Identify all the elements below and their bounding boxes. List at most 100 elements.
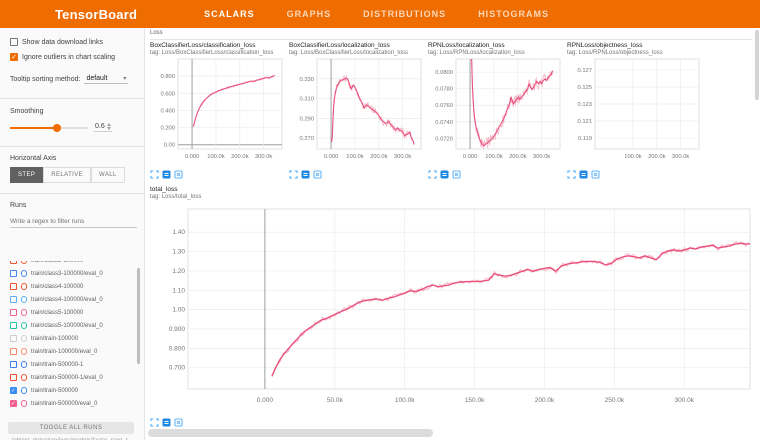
run-color-circle[interactable]: [21, 270, 28, 277]
fit-domain-icon[interactable]: [591, 170, 600, 179]
big-chart-container: total_losstag: Loss/total_loss0.7000.800…: [150, 186, 756, 427]
haxis-wall-button[interactable]: WALL: [91, 167, 125, 183]
run-color-circle[interactable]: [21, 283, 28, 290]
run-color-circle[interactable]: [21, 309, 28, 316]
run-row[interactable]: train/train-500000-1/eval_0: [6, 371, 140, 384]
runs-scrollbar[interactable]: [137, 268, 140, 364]
log-scale-icon[interactable]: [162, 418, 171, 427]
run-name: train/class3-100000: [31, 261, 83, 264]
ignore-outliers-checkbox[interactable]: ✓ Ignore outliers in chart scaling: [10, 53, 136, 61]
x-axis-tick-label: 200.0k: [509, 154, 527, 160]
run-row[interactable]: train/class3-100000/eval_0: [6, 267, 140, 280]
run-checkbox[interactable]: [10, 361, 17, 368]
x-axis-tick-label: 100.0k: [346, 154, 364, 160]
category-header[interactable]: Loss: [150, 30, 752, 40]
run-name: train/train-500000-1/eval_0: [31, 375, 103, 381]
smoothing-slider[interactable]: [10, 127, 88, 129]
expand-icon[interactable]: [289, 170, 298, 179]
y-axis-tick-label: 1.00: [172, 306, 185, 313]
run-row[interactable]: train/class5-100000/eval_0: [6, 319, 140, 332]
run-checkbox[interactable]: [10, 322, 17, 329]
log-scale-icon[interactable]: [301, 170, 310, 179]
show-download-links-checkbox[interactable]: Show data download links: [10, 38, 136, 46]
run-checkbox[interactable]: [10, 296, 17, 303]
run-checkbox[interactable]: [10, 283, 17, 290]
run-checkbox[interactable]: [10, 261, 17, 264]
spinner: [107, 123, 111, 130]
y-axis-tick-label: 0.0740: [435, 119, 453, 125]
smoothing-value-field[interactable]: 0.6: [94, 123, 112, 132]
run-color-circle[interactable]: [21, 322, 28, 329]
chart-actions: [150, 170, 286, 179]
run-checkbox[interactable]: [10, 309, 17, 316]
fit-domain-icon[interactable]: [174, 170, 183, 179]
run-row[interactable]: train/class4-100000: [6, 280, 140, 293]
run-color-circle[interactable]: [21, 374, 28, 381]
run-row[interactable]: train/train-100000/eval_0: [6, 345, 140, 358]
run-name: train/class3-100000/eval_0: [31, 271, 103, 277]
fit-domain-icon[interactable]: [313, 170, 322, 179]
expand-icon[interactable]: [150, 418, 159, 427]
run-color-circle[interactable]: [21, 261, 28, 264]
run-row[interactable]: train/train-500000-1: [6, 358, 140, 371]
x-axis-tick-label: 100.0k: [395, 397, 415, 404]
smoothing-control: 0.6: [10, 123, 136, 132]
run-row[interactable]: ✓train/train-500000: [6, 384, 140, 397]
tooltip-sorting-select[interactable]: default ▾: [84, 74, 128, 84]
expand-icon[interactable]: [150, 170, 159, 179]
x-axis-tick-label: 100.0k: [624, 154, 642, 160]
tab-scalars[interactable]: SCALARS: [202, 0, 257, 28]
main-panel: Loss BoxClassifierLoss/classification_lo…: [146, 28, 760, 440]
run-checkbox[interactable]: [10, 374, 17, 381]
haxis-relative-button[interactable]: RELATIVE: [43, 167, 91, 183]
smoothing-label: Smoothing: [10, 108, 136, 115]
checkbox-checked-icon[interactable]: ✓: [10, 53, 18, 61]
app-header: TensorBoard SCALARSGRAPHSDISTRIBUTIONSHI…: [0, 0, 760, 28]
tab-graphs[interactable]: GRAPHS: [285, 0, 334, 28]
run-color-circle[interactable]: [21, 387, 28, 394]
run-checkbox[interactable]: [10, 270, 17, 277]
tab-histograms[interactable]: HISTOGRAMS: [476, 0, 551, 28]
tab-distributions[interactable]: DISTRIBUTIONS: [361, 0, 448, 28]
run-checkbox[interactable]: ✓: [10, 400, 17, 407]
slider-thumb[interactable]: [53, 124, 61, 132]
run-color-circle[interactable]: [21, 400, 28, 407]
run-row[interactable]: ✓train/train-500000/eval_0: [6, 397, 140, 410]
run-row[interactable]: train/train-100000: [6, 332, 140, 345]
chart-plot: 0.7000.8000.9001.001.101.201.301.400.000…: [150, 201, 756, 411]
run-checkbox[interactable]: [10, 335, 17, 342]
spinner-down-icon[interactable]: [107, 127, 111, 130]
run-name: train/class4-100000/eval_0: [31, 297, 103, 303]
expand-icon[interactable]: [567, 170, 576, 179]
checkbox-icon[interactable]: [10, 38, 18, 46]
x-axis-tick-label: 100.0k: [485, 154, 503, 160]
tooltip-sorting-row: Tooltip sorting method: default ▾: [10, 74, 136, 84]
log-scale-icon[interactable]: [162, 170, 171, 179]
run-row[interactable]: train/class4-100000/eval_0: [6, 293, 140, 306]
expand-icon[interactable]: [428, 170, 437, 179]
run-color-circle[interactable]: [21, 335, 28, 342]
charts-row: BoxClassifierLoss/classification_losstag…: [150, 42, 703, 179]
run-color-circle[interactable]: [21, 348, 28, 355]
spinner-up-icon[interactable]: [107, 123, 111, 126]
y-axis-tick-label: 0.0760: [435, 103, 453, 109]
chart-tag: tag: Loss/RPNLoss/localization_loss: [428, 50, 564, 57]
fit-domain-icon[interactable]: [452, 170, 461, 179]
log-scale-icon[interactable]: [440, 170, 449, 179]
toggle-all-runs-button[interactable]: TOGGLE ALL RUNS: [8, 422, 134, 434]
run-checkbox[interactable]: [10, 348, 17, 355]
run-color-circle[interactable]: [21, 296, 28, 303]
chart-plot: 0.07200.07400.07600.07800.08000.000100.0…: [428, 57, 562, 163]
horizontal-scrollbar[interactable]: [148, 429, 433, 437]
fit-domain-icon[interactable]: [174, 418, 183, 427]
smoothing-value: 0.6: [95, 123, 105, 130]
runs-filter-input[interactable]: [10, 216, 137, 228]
tooltip-sorting-label: Tooltip sorting method:: [10, 76, 80, 83]
vertical-scrollbar[interactable]: [755, 30, 759, 100]
tooltip-sorting-value: default: [86, 75, 107, 82]
run-row[interactable]: train/class5-100000: [6, 306, 140, 319]
haxis-step-button[interactable]: STEP: [10, 167, 43, 183]
run-color-circle[interactable]: [21, 361, 28, 368]
log-scale-icon[interactable]: [579, 170, 588, 179]
run-checkbox[interactable]: ✓: [10, 387, 17, 394]
